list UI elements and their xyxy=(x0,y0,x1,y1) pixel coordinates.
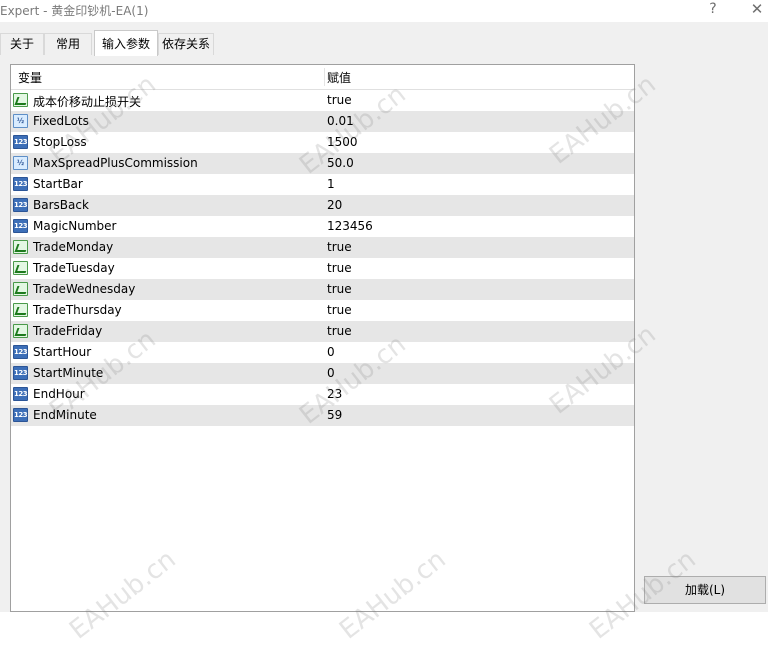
title-bar: Expert - 黄金印钞机-EA(1) ? ✕ xyxy=(0,0,768,22)
integer-type-icon: 123 xyxy=(13,135,28,149)
parameter-row[interactable]: TradeThursday true xyxy=(11,300,634,321)
parameter-value[interactable]: 20 xyxy=(327,198,342,212)
bool-type-icon xyxy=(13,261,28,275)
parameter-name: StartHour xyxy=(33,345,92,359)
parameter-row[interactable]: TradeTuesday true xyxy=(11,258,634,279)
parameter-row[interactable]: 123 StopLoss 1500 xyxy=(11,132,634,153)
parameter-value[interactable]: 50.0 xyxy=(327,156,354,170)
parameter-value[interactable]: 59 xyxy=(327,408,342,422)
parameter-name: EndHour xyxy=(33,387,85,401)
bool-type-icon xyxy=(13,303,28,317)
column-header-variable[interactable]: 变量 xyxy=(18,69,42,86)
close-button[interactable]: ✕ xyxy=(742,0,768,20)
input-parameters-grid[interactable]: 变量 赋值 成本价移动止损开关 true ½ FixedLots 0.01 123 Stop… xyxy=(10,64,635,612)
parameter-name: 成本价移动止损开关 xyxy=(33,95,142,109)
parameter-value[interactable]: true xyxy=(327,324,352,338)
parameter-name: TradeFriday xyxy=(33,324,103,338)
double-type-icon: ½ xyxy=(13,114,28,128)
parameter-row[interactable]: 123 BarsBack 20 xyxy=(11,195,634,216)
parameter-row[interactable]: TradeFriday true xyxy=(11,321,634,342)
load-button[interactable]: 加载(L) xyxy=(644,576,766,604)
parameter-value[interactable]: true xyxy=(327,303,352,317)
parameter-name: BarsBack xyxy=(33,198,89,212)
parameter-name: FixedLots xyxy=(33,114,89,128)
tab-dependencies[interactable]: 依存关系 xyxy=(158,33,214,55)
parameter-name: TradeMonday xyxy=(33,240,114,254)
parameter-value[interactable]: true xyxy=(327,261,352,275)
parameter-name: MagicNumber xyxy=(33,219,117,233)
parameter-value[interactable]: true xyxy=(327,240,352,254)
bool-type-icon xyxy=(13,282,28,296)
parameter-name: TradeWednesday xyxy=(33,282,136,296)
parameter-row[interactable]: ½ FixedLots 0.01 xyxy=(11,111,634,132)
integer-type-icon: 123 xyxy=(13,177,28,191)
parameter-row[interactable]: 123 MagicNumber 123456 xyxy=(11,216,634,237)
integer-type-icon: 123 xyxy=(13,198,28,212)
parameter-value[interactable]: 23 xyxy=(327,387,342,401)
parameter-name: TradeTuesday xyxy=(33,261,115,275)
parameter-rows: 成本价移动止损开关 true ½ FixedLots 0.01 123 StopLoss 15… xyxy=(11,90,634,426)
parameter-value[interactable]: 0.01 xyxy=(327,114,354,128)
tab-inputs[interactable]: 输入参数 xyxy=(94,30,158,56)
parameter-name: StopLoss xyxy=(33,135,87,149)
parameter-value[interactable]: true xyxy=(327,282,352,296)
parameter-row[interactable]: TradeMonday true xyxy=(11,237,634,258)
integer-type-icon: 123 xyxy=(13,219,28,233)
parameter-row[interactable]: 成本价移动止损开关 true xyxy=(11,90,634,111)
parameter-value[interactable]: 0 xyxy=(327,366,335,380)
parameter-row[interactable]: 123 StartHour 0 xyxy=(11,342,634,363)
tab-about[interactable]: 关于 xyxy=(0,33,44,55)
parameter-row[interactable]: 123 StartBar 1 xyxy=(11,174,634,195)
parameter-name: TradeThursday xyxy=(33,303,122,317)
double-type-icon: ½ xyxy=(13,156,28,170)
parameter-name: StartBar xyxy=(33,177,83,191)
integer-type-icon: 123 xyxy=(13,345,28,359)
parameter-row[interactable]: 123 EndHour 23 xyxy=(11,384,634,405)
tab-strip: 关于 常用 输入参数 依存关系 xyxy=(0,22,768,56)
parameter-row[interactable]: 123 StartMinute 0 xyxy=(11,363,634,384)
parameter-value[interactable]: 123456 xyxy=(327,219,373,233)
parameter-value[interactable]: true xyxy=(327,93,352,107)
bool-type-icon xyxy=(13,93,28,107)
parameter-name: MaxSpreadPlusCommission xyxy=(33,156,198,170)
parameter-name: EndMinute xyxy=(33,408,97,422)
integer-type-icon: 123 xyxy=(13,408,28,422)
parameter-row[interactable]: ½ MaxSpreadPlusCommission 50.0 xyxy=(11,153,634,174)
tab-common[interactable]: 常用 xyxy=(44,33,92,55)
integer-type-icon: 123 xyxy=(13,387,28,401)
help-button[interactable]: ? xyxy=(698,0,728,20)
integer-type-icon: 123 xyxy=(13,366,28,380)
parameter-value[interactable]: 1 xyxy=(327,177,335,191)
window-title: Expert - 黄金印钞机-EA(1) xyxy=(0,4,149,18)
column-header-value[interactable]: 赋值 xyxy=(327,69,351,86)
bool-type-icon xyxy=(13,240,28,254)
column-divider[interactable] xyxy=(324,68,325,86)
parameter-value[interactable]: 0 xyxy=(327,345,335,359)
parameter-name: StartMinute xyxy=(33,366,104,380)
grid-header: 变量 赋值 xyxy=(11,65,634,90)
parameter-value[interactable]: 1500 xyxy=(327,135,358,149)
bool-type-icon xyxy=(13,324,28,338)
parameter-row[interactable]: TradeWednesday true xyxy=(11,279,634,300)
parameter-row[interactable]: 123 EndMinute 59 xyxy=(11,405,634,426)
